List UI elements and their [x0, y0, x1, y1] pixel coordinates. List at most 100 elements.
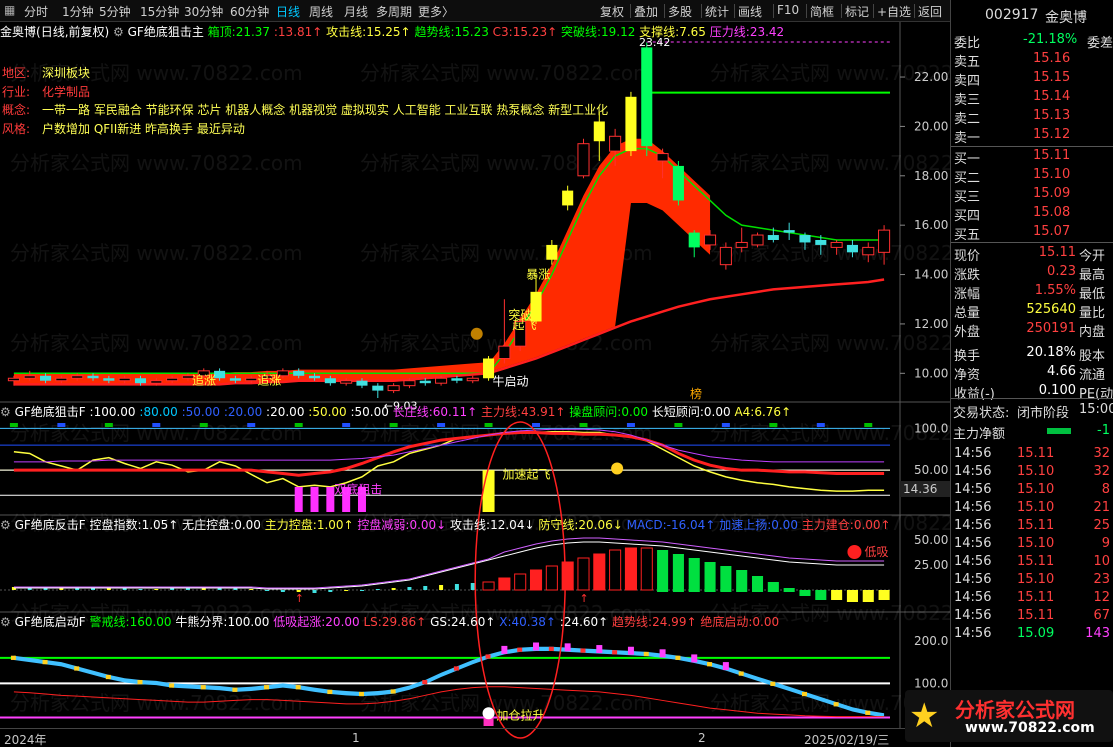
ind3-band-segment [580, 648, 586, 653]
stock-code: 002917 [985, 7, 1039, 23]
ind3-band-segment [200, 685, 206, 690]
bid-price[interactable]: 15.07 [1033, 224, 1070, 239]
ind2-hist-bar [375, 589, 380, 590]
ind3-band-segment [105, 674, 111, 680]
bid-price[interactable]: 15.11 [1033, 148, 1070, 163]
ind1-name[interactable]: GF绝底狙击F [15, 405, 86, 419]
ind2-hist-bar [862, 590, 874, 602]
ind2-hist-bar [751, 576, 764, 592]
ind3-band-segment [675, 655, 681, 660]
ind2-hist-bar [470, 583, 475, 590]
tick-time: 14:56 [954, 446, 992, 461]
ask-label: 卖一 [954, 131, 981, 146]
bid-price[interactable]: 15.09 [1033, 186, 1070, 201]
tick-price: 15.09 [1017, 626, 1055, 641]
ind3-band-segment [422, 679, 428, 685]
ind2-hist-bar [783, 588, 795, 592]
stat-label: 净资 [954, 368, 981, 383]
ind2-hist-bar [138, 589, 143, 590]
ind2-hist-bar [249, 589, 254, 590]
tick-time: 14:56 [954, 482, 992, 497]
chart-canvas[interactable]: 分析家公式网 www.70822.com 分析家公式网 www.70822.com… [0, 0, 950, 747]
stat-row: 换手 20.18% 股本 [951, 344, 1113, 364]
ask-price[interactable]: 15.14 [1033, 89, 1070, 104]
ind3-param-value: 24.99↑ [652, 615, 701, 629]
trade-time: 15:00 [1079, 402, 1113, 417]
bid-price[interactable]: 15.10 [1033, 167, 1070, 182]
ind2-hist-bar [704, 562, 716, 592]
tick-row: 14:56 15.11 32 [951, 445, 1113, 464]
ind2-hist-bar [407, 587, 412, 590]
ind3-param-label: 牛熊分界: [175, 615, 228, 629]
ind1-marker [437, 423, 446, 427]
tick-time: 14:56 [954, 464, 992, 479]
ind1-marker [816, 423, 825, 427]
weibi-row: 委比 -21.18% 委差 [951, 31, 1113, 51]
ind2-name[interactable]: GF绝底反击F [15, 518, 86, 532]
ind1-bar [294, 486, 303, 512]
settings-icon[interactable]: ⚙ [0, 518, 11, 532]
ind1-bar [310, 486, 319, 512]
tick-volume: 9 [1101, 536, 1110, 551]
bid-row: 买四 15.08 [951, 204, 1113, 224]
ind1-bar [326, 486, 335, 512]
ind2-hist-bar [529, 569, 543, 591]
ind2-param-label: 攻击线: [450, 518, 491, 532]
settings-icon[interactable]: ⚙ [0, 405, 11, 419]
ind1-marker [294, 423, 303, 427]
ind1-param-value: 80.00 [143, 405, 182, 419]
tick-price: 15.11 [1017, 590, 1055, 605]
trade-status-value: 闭市阶段 [1017, 406, 1070, 421]
ind2-param-value: 0.00 [234, 518, 265, 532]
ind2-param-label: 主力控盘: [264, 518, 317, 532]
ind1-marker [199, 423, 208, 427]
stat-label2: 最低 [1079, 287, 1106, 302]
stat-label2: 量比 [1079, 306, 1106, 321]
ask-price[interactable]: 15.12 [1033, 127, 1070, 142]
ind3-jiacang-label: 加仓拉升 [497, 708, 545, 723]
ask-price[interactable]: 15.13 [1033, 108, 1070, 123]
ind2-hist-bar [498, 577, 511, 591]
ind1-param-label: A4: [734, 405, 755, 419]
ind1-y-label: 100.0 [914, 421, 948, 435]
tick-time: 14:56 [954, 572, 992, 587]
candle [751, 232, 764, 248]
bid-price[interactable]: 15.08 [1033, 205, 1070, 220]
ind2-param-label: 控盘指数: [89, 518, 142, 532]
ind3-band-segment [137, 679, 143, 685]
ind3-param-value: 0.00 [752, 615, 780, 629]
tick-row: 14:56 15.10 21 [951, 499, 1113, 518]
ind2-param-label: 加速上扬: [719, 518, 772, 532]
ind2-hist-bar [545, 565, 558, 591]
ind3-y-label: 100.0 [914, 676, 948, 690]
ind3-top-marker [691, 654, 698, 663]
ind1-param-value: 100.00 [93, 405, 140, 419]
settings-icon[interactable]: ⚙ [0, 615, 11, 629]
money-bag-icon [470, 327, 483, 340]
candle [783, 222, 795, 240]
ind1-current-value: 14.36 [903, 482, 937, 496]
ask-price[interactable]: 15.16 [1033, 51, 1070, 66]
tick-time: 14:56 [954, 536, 992, 551]
ind3-band-segment [738, 671, 744, 676]
ind2-hist-bar [846, 590, 858, 602]
tick-price: 15.11 [1017, 554, 1055, 569]
ask-row: 卖三 15.14 [951, 88, 1113, 108]
ask-price[interactable]: 15.15 [1033, 70, 1070, 85]
stat-value: 4.66 [1047, 364, 1076, 379]
ind2-hist-bar [280, 590, 285, 592]
tick-row: 14:56 15.11 67 [951, 607, 1113, 626]
ind1-param-value: 20.00 [227, 405, 267, 419]
stat-label2: 最高 [1079, 268, 1106, 283]
ind2-hist-bar [312, 590, 317, 593]
zhuizhang2-label: 追涨 [257, 372, 281, 387]
ind3-band-segment [865, 710, 871, 715]
ind2-hist-bar [815, 590, 827, 600]
ind2-hist-bar [359, 590, 364, 591]
ind1-marker [57, 423, 66, 427]
ind2-hist-bar [154, 589, 159, 590]
ind2-param-label: 控盘减弱: [357, 518, 410, 532]
tick-volume: 10 [1093, 554, 1110, 569]
ind1-marker [342, 423, 351, 427]
ind3-name[interactable]: GF绝底启动F [15, 615, 86, 629]
